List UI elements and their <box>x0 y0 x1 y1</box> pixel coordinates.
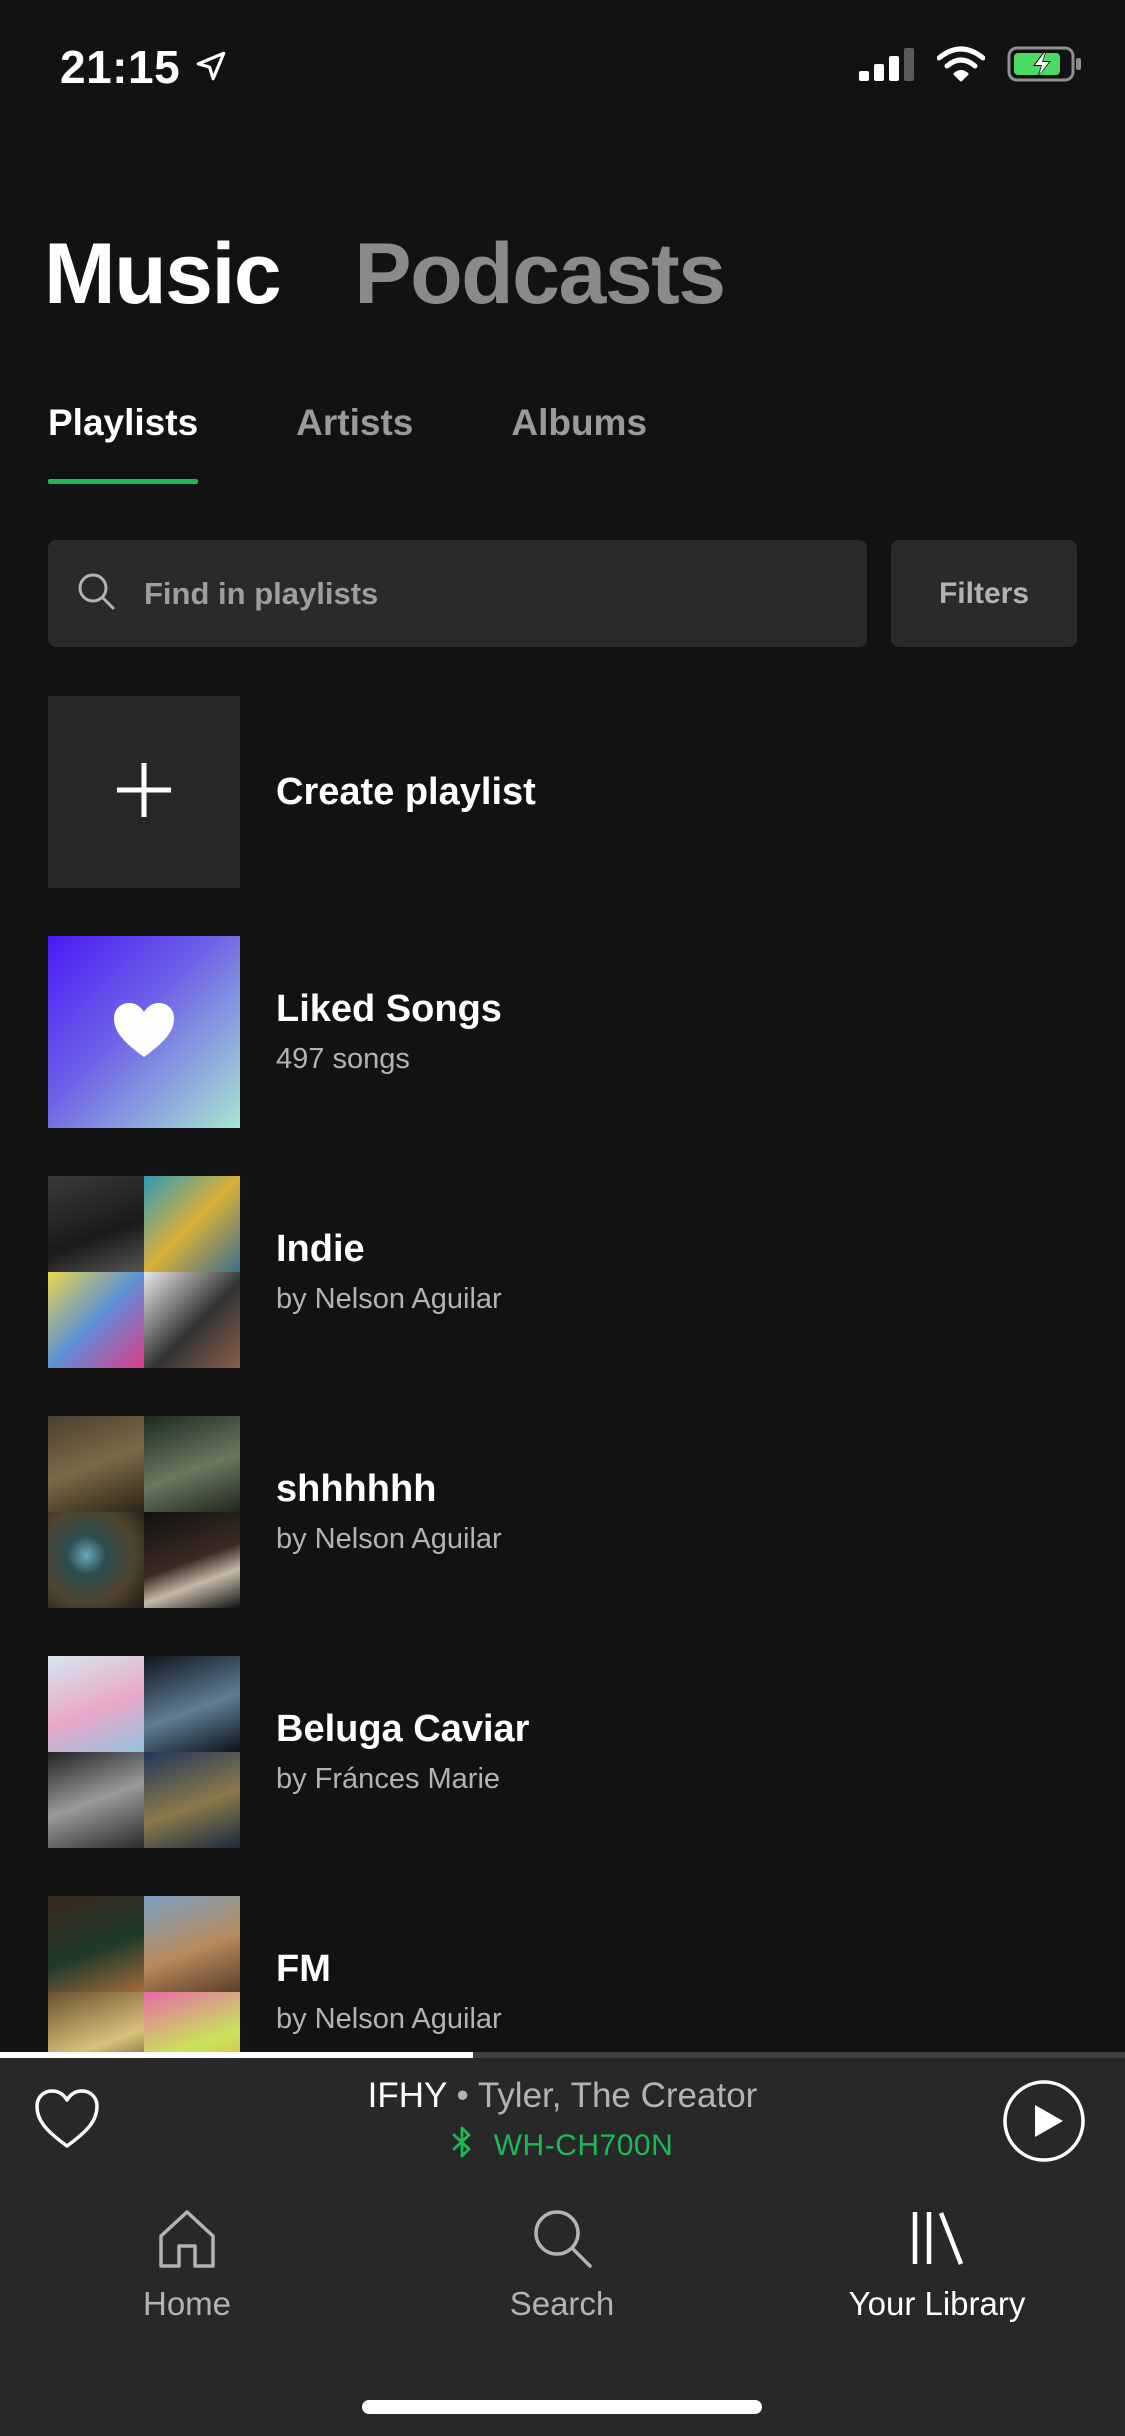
list-item[interactable]: shhhhhh by Nelson Aguilar <box>48 1416 1088 1608</box>
album-art-tile <box>144 1512 240 1608</box>
filters-button[interactable]: Filters <box>891 540 1077 647</box>
list-item-subtitle: by Fránces Marie <box>276 1763 501 1795</box>
tab-your-library[interactable]: Your Library <box>787 2206 1087 2323</box>
create-playlist-row[interactable]: Create playlist <box>48 696 1088 888</box>
track-separator: • <box>446 2076 478 2115</box>
album-art-tile <box>144 1176 240 1272</box>
search-input[interactable]: Find in playlists <box>48 540 867 647</box>
plus-icon <box>115 761 173 824</box>
list-item-subtitle: by Nelson Aguilar <box>276 2003 502 2035</box>
album-art-tile <box>48 1416 144 1512</box>
segment-music[interactable]: Music <box>44 225 282 324</box>
mini-player[interactable]: IFHY • Tyler, The Creator WH-CH700N <box>0 2058 1125 2186</box>
bluetooth-icon <box>452 2126 472 2166</box>
bottom-tab-bar: Home Search Your Library <box>0 2186 1125 2436</box>
list-item-title: shhhhhh <box>276 1468 437 1510</box>
tab-playlists[interactable]: Playlists <box>48 402 199 484</box>
album-art-tile <box>48 1176 144 1272</box>
home-icon <box>155 2206 219 2275</box>
album-art-tile <box>144 1416 240 1512</box>
track-name: IFHY <box>367 2076 447 2115</box>
list-item[interactable]: Beluga Caviar by Fránces Marie <box>48 1656 1088 1848</box>
device-name: WH-CH700N <box>493 2129 674 2162</box>
album-art-tile <box>48 1656 144 1752</box>
cellular-signal-icon <box>859 47 915 86</box>
create-playlist-thumb <box>48 696 240 888</box>
album-art-tile <box>48 1272 144 1368</box>
battery-charging-icon <box>1007 46 1083 87</box>
list-item-title: FM <box>276 1948 331 1990</box>
playlist-mosaic-thumb <box>48 1416 240 1608</box>
tab-your-library-label: Your Library <box>848 2285 1026 2322</box>
status-time: 21:15 <box>60 40 228 94</box>
list-item-subtitle: by Nelson Aguilar <box>276 1523 502 1555</box>
status-time-text: 21:15 <box>60 41 181 93</box>
playlist-mosaic-thumb <box>48 1656 240 1848</box>
library-screen: 21:15 Music Podcasts Playlists Artists A… <box>0 0 1125 2436</box>
status-bar: 21:15 <box>0 0 1125 140</box>
play-button[interactable] <box>1001 2078 1087 2169</box>
list-item[interactable]: Indie by Nelson Aguilar <box>48 1176 1088 1368</box>
status-icons <box>859 46 1083 87</box>
tab-home[interactable]: Home <box>37 2206 337 2323</box>
album-art-tile <box>48 1896 144 1992</box>
album-art-tile <box>144 1272 240 1368</box>
tab-albums[interactable]: Albums <box>511 402 647 480</box>
now-playing-info: IFHY • Tyler, The Creator WH-CH700N <box>0 2076 1125 2166</box>
album-art-tile <box>144 1656 240 1752</box>
playlist-mosaic-thumb <box>48 1176 240 1368</box>
create-playlist-label: Create playlist <box>276 770 536 813</box>
album-art-tile <box>144 1896 240 1992</box>
segment-podcasts[interactable]: Podcasts <box>354 225 726 324</box>
tab-search-label: Search <box>509 2285 615 2322</box>
now-playing-title: IFHY • Tyler, The Creator <box>0 2076 1125 2116</box>
tab-artists[interactable]: Artists <box>296 402 413 480</box>
liked-songs-thumb <box>48 936 240 1128</box>
search-icon <box>76 571 116 616</box>
list-item-subtitle: 497 songs <box>276 1043 410 1075</box>
search-placeholder: Find in playlists <box>144 575 379 611</box>
top-segments: Music Podcasts <box>44 225 726 324</box>
list-item-subtitle: by Nelson Aguilar <box>276 1283 502 1315</box>
track-artist: Tyler, The Creator <box>477 2076 758 2115</box>
list-item-title: Beluga Caviar <box>276 1708 530 1750</box>
location-arrow-icon <box>194 40 228 94</box>
tab-home-label: Home <box>142 2285 232 2322</box>
home-indicator <box>362 2400 762 2414</box>
list-item-title: Liked Songs <box>276 988 502 1030</box>
search-icon <box>530 2206 594 2275</box>
library-icon <box>905 2206 969 2275</box>
album-art-tile <box>144 1752 240 1848</box>
library-subtabs: Playlists Artists Albums <box>48 402 647 484</box>
album-art-tile <box>48 1752 144 1848</box>
tab-search[interactable]: Search <box>412 2206 712 2323</box>
heart-icon <box>112 1001 176 1064</box>
list-item[interactable]: Liked Songs 497 songs <box>48 936 1088 1128</box>
connected-device: WH-CH700N <box>0 2126 1125 2166</box>
list-item-title: Indie <box>276 1228 365 1270</box>
wifi-icon <box>936 46 986 87</box>
album-art-tile <box>48 1512 144 1608</box>
